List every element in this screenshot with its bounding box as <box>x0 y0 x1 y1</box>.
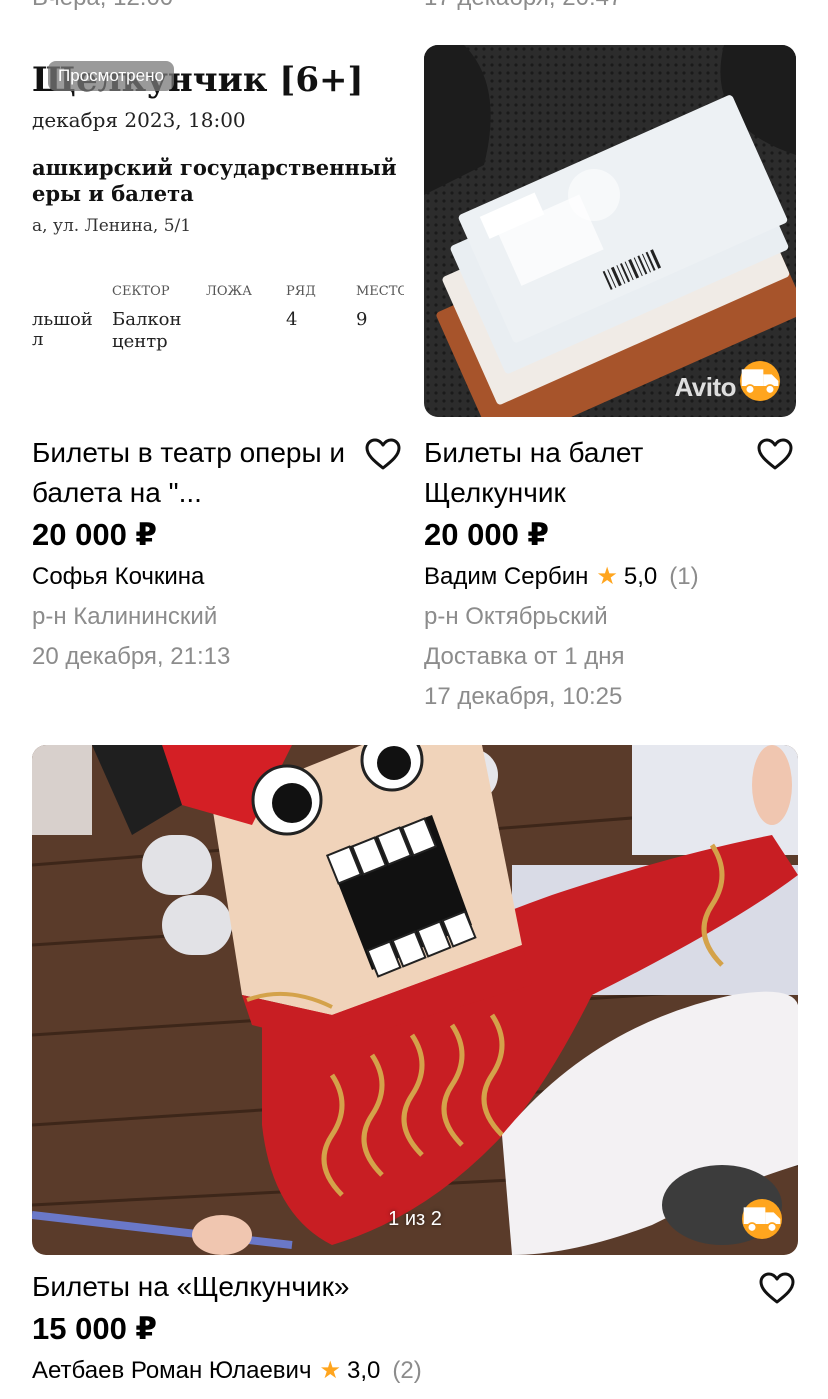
star-icon: ★ <box>319 1357 341 1384</box>
listing-card[interactable]: Щелкунчик [6+] декабря 2023, 18:00 ашкир… <box>32 45 404 677</box>
listing-price: 20 000 ₽ <box>424 517 549 552</box>
listing-price: 15 000 ₽ <box>32 1311 157 1346</box>
ticket-row: 4 <box>286 309 297 330</box>
seller-reviews-count: (2) <box>392 1357 422 1384</box>
delivery-badge <box>740 361 780 401</box>
previous-card-date-right: 17 декабря, 20:47 <box>424 0 622 12</box>
seller-rating: 5,0 <box>623 563 658 590</box>
ticket-col-seat: МЕСТО <box>356 284 404 299</box>
nutcracker-costume-photo <box>32 745 798 1255</box>
ticket-col-row: РЯД <box>286 284 316 299</box>
ticket-col-box: ЛОЖА <box>206 284 252 299</box>
ticket-venue-1: ашкирский государственный <box>32 155 397 180</box>
previous-card-date-left: Вчера, 12:00 <box>32 0 173 12</box>
listing-price: 20 000 ₽ <box>32 517 157 552</box>
viewed-badge: Просмотрено <box>48 61 174 91</box>
listing-district: р-н Калининский <box>32 603 218 630</box>
truck-icon <box>743 1207 781 1233</box>
truck-icon <box>741 369 779 395</box>
listing-district: р-н Октябрьский <box>424 603 608 630</box>
listing-title[interactable]: Билеты на «Щелкунчик» <box>32 1267 750 1307</box>
listing-card[interactable]: Avito Билеты на балет Щелкунчик 20 000 ₽… <box>424 45 796 717</box>
ticket-venue-2: еры и балета <box>32 181 194 206</box>
listing-title[interactable]: Билеты на балет Щелкунчик <box>424 433 748 513</box>
ticket-col-sector: СЕКТОР <box>112 284 170 299</box>
heart-outline-icon <box>365 438 401 470</box>
ticket-seat: 9 <box>356 309 367 330</box>
ticket-sector-1: Балкон <box>112 309 181 330</box>
listing-photo[interactable]: 1 из 2 <box>32 745 798 1255</box>
ticket-hall-1: льшой <box>32 309 93 330</box>
ticket-address: а, ул. Ленина, 5/1 <box>32 216 191 236</box>
seller-name[interactable]: Софья Кочкина <box>32 557 204 597</box>
delivery-badge <box>742 1199 782 1239</box>
star-icon: ★ <box>596 563 618 590</box>
listing-title[interactable]: Билеты в театр оперы и балета на "... <box>32 433 356 513</box>
ticket-hall-2: л <box>32 329 43 350</box>
avito-watermark: Avito <box>330 372 392 402</box>
photo-counter: 1 из 2 <box>388 1208 442 1230</box>
heart-outline-icon <box>759 1272 795 1304</box>
ticket-sector-2: центр <box>112 331 168 352</box>
seller-reviews-count: (1) <box>669 563 699 590</box>
favorite-button[interactable] <box>758 1271 796 1305</box>
listing-photo[interactable]: Щелкунчик [6+] декабря 2023, 18:00 ашкир… <box>32 45 404 417</box>
listing-delivery: Доставка от 1 дня <box>424 643 625 670</box>
seller-rating: 3,0 <box>346 1357 381 1384</box>
ticket-when: декабря 2023, 18:00 <box>32 108 246 132</box>
avito-watermark: Avito <box>674 372 736 402</box>
listing-photo[interactable]: Avito <box>424 45 796 417</box>
seller-name[interactable]: Вадим Сербин <box>424 557 588 597</box>
favorite-button[interactable] <box>756 437 794 471</box>
heart-outline-icon <box>757 438 793 470</box>
listing-date: 20 декабря, 21:13 <box>32 643 231 670</box>
seller-name[interactable]: Аетбаев Роман Юлаевич <box>32 1351 311 1391</box>
ticket-photo: Щелкунчик [6+] декабря 2023, 18:00 ашкир… <box>32 45 404 417</box>
favorite-button[interactable] <box>364 437 402 471</box>
listing-date: 17 декабря, 10:25 <box>424 683 623 710</box>
listing-card[interactable]: 1 из 2 Билеты на «Щелкунчик» 15 000 ₽ Ае… <box>32 745 798 1391</box>
